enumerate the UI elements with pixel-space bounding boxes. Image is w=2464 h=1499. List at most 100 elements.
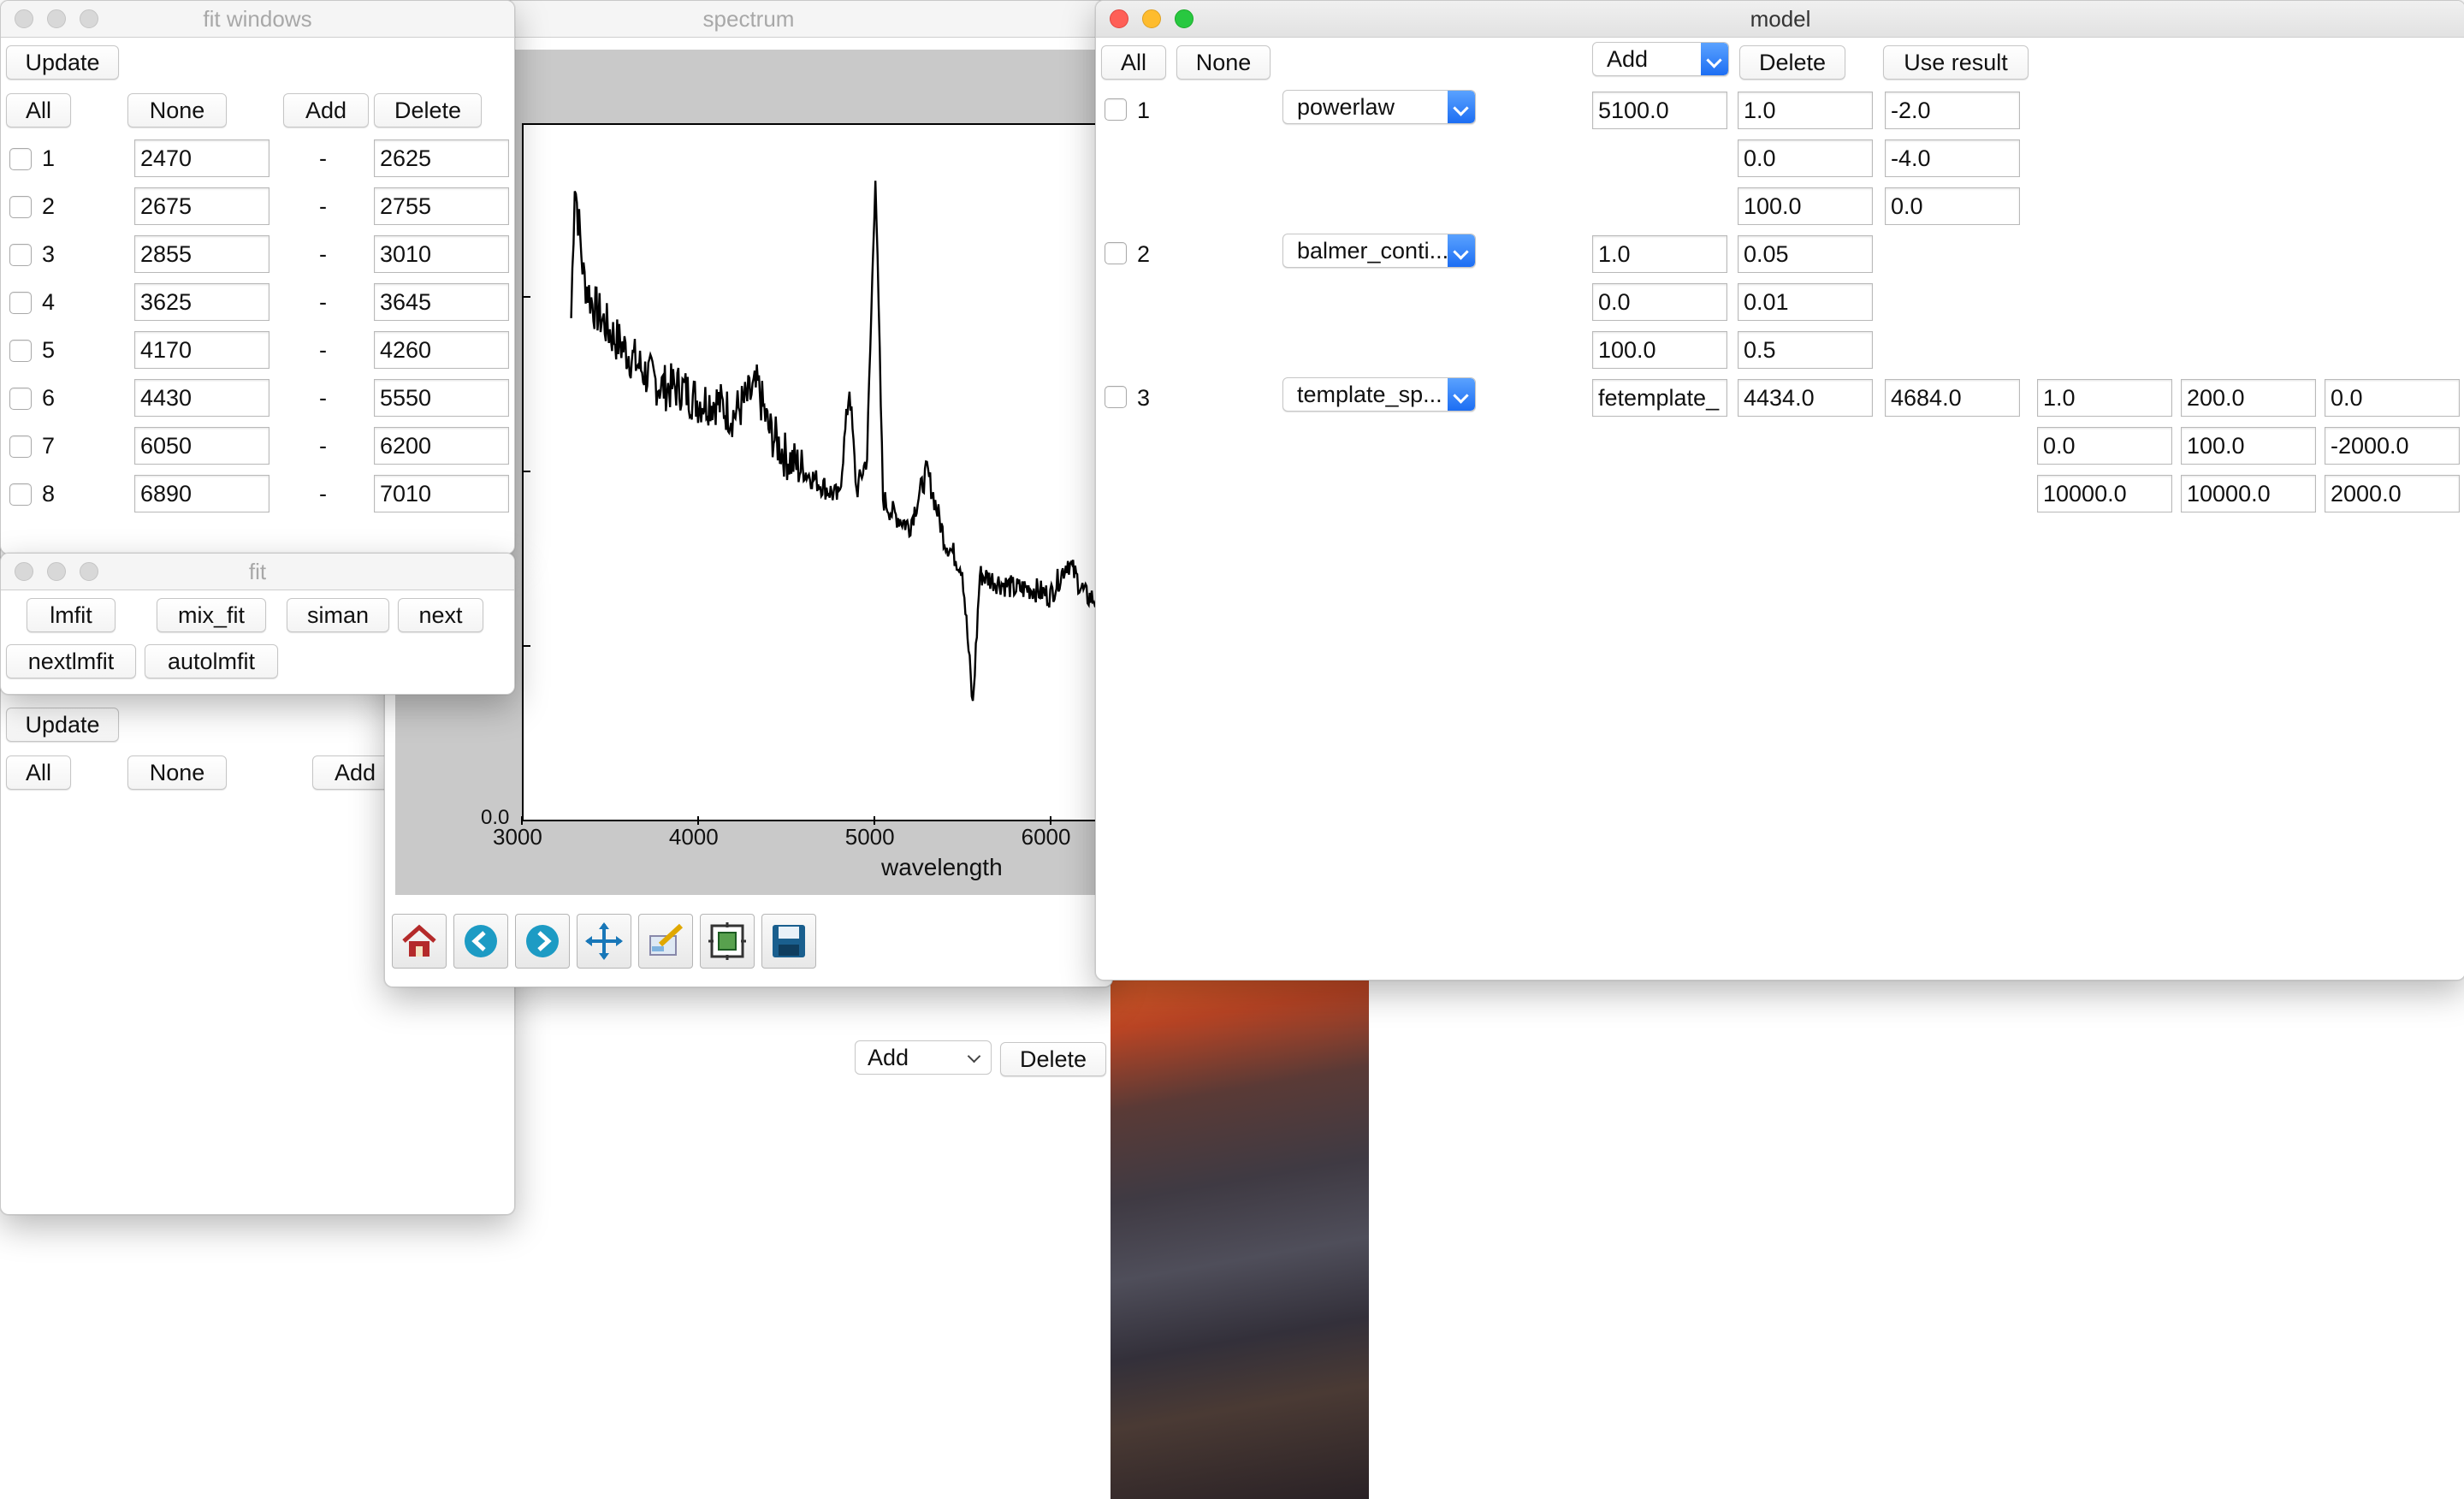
mix-fit-button[interactable]: mix_fit <box>157 598 266 632</box>
param-field[interactable]: 100.0 <box>1738 187 1873 225</box>
param-field[interactable]: 200.0 <box>2181 379 2316 417</box>
window-high-field[interactable]: 5550 <box>374 379 509 417</box>
next-button[interactable]: next <box>398 598 483 632</box>
window-title: model <box>1750 6 1811 32</box>
chevron-down-icon <box>1448 91 1475 123</box>
param-field[interactable]: 100.0 <box>1592 331 1727 369</box>
range-separator: - <box>319 145 327 171</box>
add-component-select[interactable]: Add <box>1592 42 1729 76</box>
component-checkbox[interactable] <box>1105 386 1127 408</box>
select-all-button[interactable]: All <box>6 755 71 790</box>
chevron-down-icon <box>1448 378 1475 411</box>
pan-button[interactable] <box>577 914 631 969</box>
window-high-field[interactable]: 4260 <box>374 331 509 369</box>
update-button[interactable]: Update <box>6 708 119 742</box>
window-low-field[interactable]: 2855 <box>134 235 270 273</box>
param-field[interactable]: 10000.0 <box>2181 475 2316 513</box>
window-low-field[interactable]: 6890 <box>134 475 270 513</box>
window-id: 7 <box>42 433 56 459</box>
param-field[interactable]: 4434.0 <box>1738 379 1873 417</box>
window-high-field[interactable]: 3645 <box>374 283 509 321</box>
lmfit-button[interactable]: lmfit <box>27 598 116 632</box>
model-add-select[interactable]: Add <box>855 1040 992 1075</box>
window-low-field[interactable]: 2675 <box>134 187 270 225</box>
select-all-button[interactable]: All <box>6 93 71 127</box>
component-type-select[interactable]: balmer_conti... <box>1282 234 1476 268</box>
param-field[interactable]: -4.0 <box>1885 139 2020 177</box>
component-id: 1 <box>1137 98 1151 123</box>
window-low-field[interactable]: 2470 <box>134 139 270 177</box>
param-field[interactable]: 100.0 <box>2181 427 2316 465</box>
zoom-icon <box>708 922 746 960</box>
param-field[interactable]: 0.01 <box>1738 283 1873 321</box>
window-high-field[interactable]: 7010 <box>374 475 509 513</box>
delete-component-button[interactable]: Delete <box>1739 45 1845 80</box>
save-button[interactable] <box>761 914 816 969</box>
delete-window-button[interactable]: Delete <box>374 93 482 127</box>
use-result-button[interactable]: Use result <box>1883 45 2029 80</box>
param-field[interactable]: -2.0 <box>1885 92 2020 129</box>
window-high-field[interactable]: 2755 <box>374 187 509 225</box>
window-low-field[interactable]: 4170 <box>134 331 270 369</box>
param-field[interactable]: 1.0 <box>1592 235 1727 273</box>
param-field[interactable]: 0.5 <box>1738 331 1873 369</box>
window-checkbox[interactable] <box>9 244 32 266</box>
model-delete-button[interactable]: Delete <box>1000 1042 1106 1076</box>
param-field[interactable]: 0.05 <box>1738 235 1873 273</box>
window-high-field[interactable]: 3010 <box>374 235 509 273</box>
select-none-button[interactable]: None <box>127 755 227 790</box>
window-checkbox[interactable] <box>9 196 32 218</box>
param-field[interactable]: 0.0 <box>1592 283 1727 321</box>
param-field[interactable]: fetemplate_ <box>1592 379 1727 417</box>
window-low-field[interactable]: 3625 <box>134 283 270 321</box>
autolmfit-button[interactable]: autolmfit <box>145 644 278 678</box>
param-field[interactable]: 1.0 <box>2037 379 2172 417</box>
back-button[interactable] <box>453 914 508 969</box>
param-field[interactable]: 0.0 <box>2037 427 2172 465</box>
window-checkbox[interactable] <box>9 483 32 506</box>
window-high-field[interactable]: 2625 <box>374 139 509 177</box>
pan-icon <box>585 922 623 960</box>
component-checkbox[interactable] <box>1105 242 1127 264</box>
select-all-button[interactable]: All <box>1101 45 1166 80</box>
param-field[interactable]: 0.0 <box>1738 139 1873 177</box>
window-checkbox[interactable] <box>9 435 32 458</box>
param-field[interactable]: 10000.0 <box>2037 475 2172 513</box>
desktop-wallpaper <box>1111 975 1369 1499</box>
param-field[interactable]: 4684.0 <box>1885 379 2020 417</box>
component-type-select[interactable]: powerlaw <box>1282 90 1476 124</box>
window-low-field[interactable]: 4430 <box>134 379 270 417</box>
param-field[interactable]: 5100.0 <box>1592 92 1727 129</box>
add-component-label: Add <box>1607 46 1649 72</box>
window-checkbox[interactable] <box>9 292 32 314</box>
param-field[interactable]: 0.0 <box>1885 187 2020 225</box>
param-field[interactable]: -2000.0 <box>2325 427 2460 465</box>
fit-window: fit lmfit mix_fit siman next nextlmfit a… <box>0 553 515 695</box>
x-tick-label: 4000 <box>668 824 719 850</box>
fit-windows-titlebar: fit windows <box>1 1 514 38</box>
forward-button[interactable] <box>515 914 570 969</box>
component-type-select[interactable]: template_sp... <box>1282 377 1476 412</box>
window-id: 1 <box>42 145 56 171</box>
component-checkbox[interactable] <box>1105 98 1127 121</box>
window-checkbox[interactable] <box>9 148 32 170</box>
window-low-field[interactable]: 6050 <box>134 427 270 465</box>
param-field[interactable]: 2000.0 <box>2325 475 2460 513</box>
window-id: 3 <box>42 241 56 267</box>
zoom-button[interactable] <box>700 914 755 969</box>
home-icon <box>402 924 436 957</box>
subplots-button[interactable] <box>638 914 693 969</box>
window-checkbox[interactable] <box>9 388 32 410</box>
window-high-field[interactable]: 6200 <box>374 427 509 465</box>
param-field[interactable]: 0.0 <box>2325 379 2460 417</box>
param-field[interactable]: 1.0 <box>1738 92 1873 129</box>
back-icon <box>465 925 497 957</box>
nextlmfit-button[interactable]: nextlmfit <box>6 644 136 678</box>
select-none-button[interactable]: None <box>1176 45 1270 80</box>
window-checkbox[interactable] <box>9 340 32 362</box>
add-window-button[interactable]: Add <box>283 93 369 127</box>
siman-button[interactable]: siman <box>287 598 389 632</box>
select-none-button[interactable]: None <box>127 93 227 127</box>
update-button[interactable]: Update <box>6 45 119 80</box>
home-button[interactable] <box>392 914 447 969</box>
